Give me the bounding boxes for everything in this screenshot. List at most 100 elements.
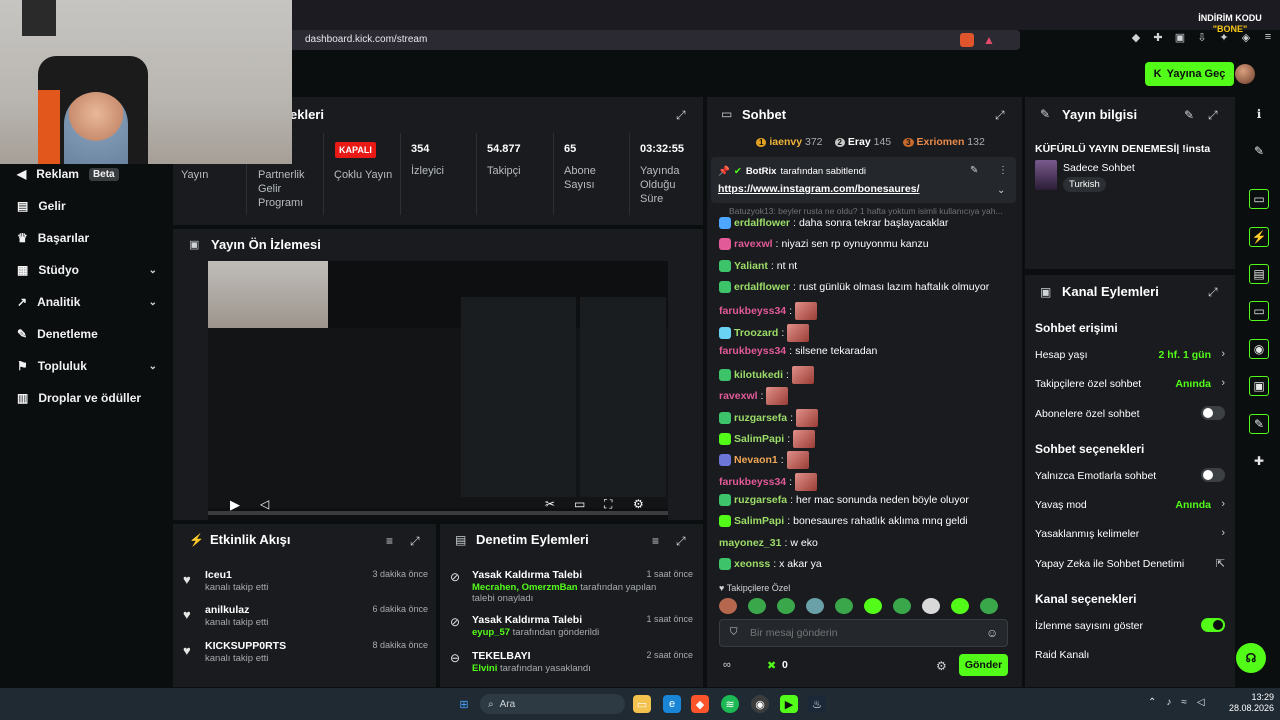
sidebar-item-gelir[interactable]: ▤ Gelir [17, 199, 157, 213]
chat-username[interactable]: Troozard [734, 327, 778, 339]
chat-username[interactable]: erdalflower [734, 281, 790, 293]
chat-username[interactable]: ravexwl [719, 390, 758, 402]
followers-only-row[interactable]: Takipçilere özel sohbet Anında › [1035, 377, 1225, 390]
bolt-icon[interactable]: ⚡ [1249, 227, 1269, 247]
menu-icon[interactable]: ≡ [1262, 31, 1274, 43]
windows-start-icon[interactable]: ⊞ [455, 695, 473, 713]
emote-icon[interactable] [980, 598, 998, 614]
filter-icon[interactable]: ≡ [386, 534, 393, 548]
address-bar[interactable]: dashboard.kick.com/stream [285, 30, 1020, 50]
chat-username[interactable]: kilotukedi [734, 369, 783, 381]
sidebar-item-basarilar[interactable]: ♛ Başarılar [17, 231, 157, 245]
account-age-row[interactable]: Hesap yaşı 2 hf. 1 gün › [1035, 348, 1225, 361]
mod-action-users[interactable]: Mecrahen, OmerzmBan [472, 582, 578, 593]
sidebar-item-analitik[interactable]: ↗ Analitik ⌄ [17, 295, 157, 309]
chat-username[interactable]: Nevaon1 [734, 454, 778, 466]
emote-icon[interactable] [922, 598, 940, 614]
go-live-button[interactable]: K Yayına Geç [1145, 62, 1234, 86]
avatar[interactable] [1235, 64, 1255, 84]
emote-icon[interactable] [719, 598, 737, 614]
chat-message-field[interactable] [750, 623, 970, 643]
emote-icon[interactable] [806, 598, 824, 614]
chat-username[interactable]: SalimPapi [734, 433, 784, 445]
sidebar-toggle-icon[interactable]: ▣ [1174, 31, 1186, 44]
fullscreen-icon[interactable]: ⛶ [604, 497, 612, 512]
support-button[interactable]: ☊ [1236, 643, 1266, 673]
pinned-user[interactable]: BotRix [746, 166, 777, 177]
steam-icon[interactable]: ♨ [808, 695, 826, 713]
emotes-only-toggle[interactable] [1201, 468, 1225, 482]
play-icon[interactable]: ▶ [230, 497, 240, 513]
chat-username[interactable]: farukbeyss34 [719, 305, 786, 317]
chat-icon[interactable]: ▭ [1249, 301, 1269, 321]
chat-username[interactable]: erdalflower [734, 217, 790, 229]
expand-icon[interactable]: ⤢ [995, 108, 1005, 123]
edge-icon[interactable]: e [663, 695, 681, 713]
edit-icon[interactable]: ✎ [1184, 108, 1194, 122]
add-widget-icon[interactable]: ✚ [1249, 451, 1269, 471]
expand-icon[interactable]: ⤢ [1208, 108, 1218, 123]
filter-icon[interactable]: ≡ [652, 534, 659, 548]
expand-icon[interactable]: ⤢ [1208, 285, 1218, 300]
sidebar-item-reklam[interactable]: ◀ Reklam Beta [17, 167, 157, 181]
video-icon[interactable]: ◉ [1249, 339, 1269, 359]
activity-name[interactable]: KICKSUPP0RTS [205, 640, 286, 652]
stats-icon[interactable]: ▭ [1249, 189, 1269, 209]
wallet-icon[interactable]: ✦ [1218, 31, 1230, 44]
emote-icon[interactable] [835, 598, 853, 614]
activity-name[interactable]: anilkulaz [205, 604, 249, 616]
sidebar-item-droplar[interactable]: ▥ Droplar ve ödüller [17, 391, 157, 405]
stream-preview[interactable]: ▶ ◁ ✂ ▭ ⛶ ⚙ [208, 261, 668, 520]
settings-icon[interactable]: ⚙ [936, 659, 947, 673]
mic-icon[interactable]: ♪ [1166, 697, 1171, 708]
chevron-down-icon[interactable]: ⌄ [997, 185, 1005, 196]
settings-icon[interactable]: ⚙ [633, 497, 644, 511]
raid-row[interactable]: Raid Kanalı [1035, 649, 1225, 661]
edit-icon[interactable]: ✎ [1249, 141, 1269, 161]
clock[interactable]: 13:29 28.08.2026 [1224, 692, 1274, 714]
emote-icon[interactable] [864, 598, 882, 614]
obs-icon[interactable]: ◉ [751, 695, 769, 713]
slow-mode-row[interactable]: Yavaş mod Anında › [1035, 498, 1225, 511]
leader-1[interactable]: 1 iaenvy 372 [756, 136, 823, 148]
chat-username[interactable]: farukbeyss34 [719, 345, 786, 357]
sidebar-item-topluluk[interactable]: ⚑ Topluluk ⌄ [17, 359, 157, 373]
wrench-icon[interactable]: ✎ [1249, 414, 1269, 434]
chat-username[interactable]: mayonez_31 [719, 537, 781, 549]
chat-username[interactable]: SalimPapi [734, 515, 784, 527]
chat-username[interactable]: Yaliant [734, 260, 768, 272]
emote-icon[interactable] [951, 598, 969, 614]
expand-icon[interactable]: ⤢ [676, 108, 686, 123]
sidebar-item-denetleme[interactable]: ✎ Denetleme [17, 327, 157, 341]
info-icon[interactable]: ℹ [1249, 104, 1269, 124]
emote-icon[interactable] [748, 598, 766, 614]
brave-shield-icon[interactable] [960, 33, 974, 47]
leader-3[interactable]: 3 Exriomen 132 [903, 136, 985, 148]
mod-action-users[interactable]: Elvini [472, 663, 497, 674]
unpin-icon[interactable]: ✎ [970, 165, 978, 176]
expand-icon[interactable]: ⤢ [676, 534, 686, 549]
send-button[interactable]: Gönder [959, 654, 1008, 676]
spotify-icon[interactable]: ≋ [721, 695, 739, 713]
more-icon[interactable]: ⋮ [998, 165, 1008, 176]
kick-app-icon[interactable]: ▶ [780, 695, 798, 713]
extensions-icon[interactable]: ✚ [1152, 31, 1164, 44]
taskbar-search[interactable]: ⌕ Ara [480, 694, 625, 714]
chat-username[interactable]: ruzgarsefa [734, 412, 787, 424]
leader-2[interactable]: 2 Eray 145 [834, 136, 891, 148]
emote-icon[interactable] [893, 598, 911, 614]
chat-username[interactable]: farukbeyss34 [719, 476, 786, 488]
mod-action-users[interactable]: eyup_57 [472, 627, 510, 638]
box-icon[interactable]: ▣ [1249, 376, 1269, 396]
file-explorer-icon[interactable]: ▭ [633, 695, 651, 713]
chat-username[interactable]: ravexwl [734, 238, 773, 250]
theater-icon[interactable]: ▭ [574, 497, 585, 511]
pinned-link[interactable]: https://www.instagram.com/bonesaures/ [718, 183, 919, 195]
pinned-message[interactable] [711, 157, 1016, 203]
banned-words-row[interactable]: Yasaklanmış kelimeler › [1035, 527, 1225, 540]
volume-icon[interactable]: ◁ [1197, 697, 1205, 708]
expand-icon[interactable]: ⤢ [410, 534, 420, 549]
wifi-icon[interactable]: ≈ [1181, 697, 1187, 708]
emote-icon[interactable] [777, 598, 795, 614]
chat-username[interactable]: ruzgarsefa [734, 494, 787, 506]
